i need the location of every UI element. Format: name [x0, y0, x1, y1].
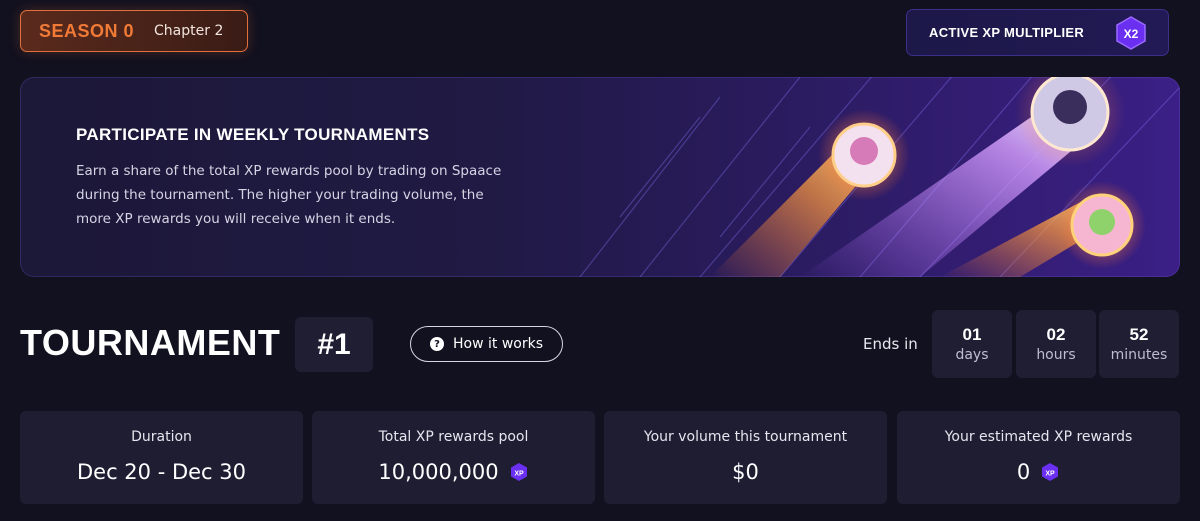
multiplier-hex-icon: X2	[1116, 16, 1146, 50]
stat-value: $0	[732, 460, 759, 484]
duration-value: Dec 20 - Dec 30	[77, 460, 246, 484]
tournament-number: #1	[295, 317, 373, 372]
estimated-rewards-value: 0	[1016, 460, 1031, 484]
ends-in-label: Ends in	[863, 335, 918, 353]
question-icon: ?	[430, 337, 444, 351]
countdown-value: 02	[1046, 325, 1066, 344]
countdown-value: 01	[962, 325, 982, 344]
multiplier-value: X2	[1124, 27, 1139, 41]
stat-card-rewards-pool: Total XP rewards pool 10,000,000 XP	[312, 411, 595, 504]
xp-badge-text: XP	[514, 471, 524, 478]
countdown-unit: hours	[1036, 347, 1076, 363]
season-chapter: Chapter 2	[154, 23, 224, 39]
how-it-works-label: How it works	[453, 336, 543, 352]
countdown-minutes: 52 minutes	[1099, 310, 1179, 378]
stat-value: Dec 20 - Dec 30	[77, 460, 246, 484]
stat-label: Your volume this tournament	[643, 429, 848, 445]
countdown-value: 52	[1129, 325, 1149, 344]
volume-value: $0	[732, 460, 759, 484]
stat-label: Duration	[131, 429, 192, 445]
rewards-pool-value: 10,000,000	[378, 460, 499, 484]
banner-description: Earn a share of the total XP rewards poo…	[76, 163, 502, 227]
tournament-title: TOURNAMENT	[20, 322, 281, 363]
stat-card-duration: Duration Dec 20 - Dec 30	[20, 411, 303, 504]
how-it-works-button[interactable]: ? How it works	[410, 326, 563, 362]
stat-label: Total XP rewards pool	[378, 429, 529, 445]
season-title: SEASON 0	[39, 20, 135, 41]
stat-value: 0 XP	[1017, 460, 1060, 484]
xp-hexagon-icon: XP	[510, 463, 527, 481]
xp-hexagon-icon: XP	[1042, 463, 1059, 481]
countdown-unit: days	[955, 347, 989, 363]
countdown-unit: minutes	[1110, 347, 1168, 363]
banner-title: PARTICIPATE IN WEEKLY TOURNAMENTS	[76, 125, 430, 144]
tournament-banner: PARTICIPATE IN WEEKLY TOURNAMENTS Earn a…	[20, 77, 1180, 277]
stat-card-estimated-rewards: Your estimated XP rewards 0 XP	[897, 411, 1180, 504]
season-badge[interactable]: SEASON 0 Chapter 2	[20, 10, 248, 52]
xp-multiplier-badge[interactable]: ACTIVE XP MULTIPLIER X2	[906, 9, 1169, 56]
xp-badge-text: XP	[1046, 471, 1056, 478]
stat-value: 10,000,000 XP	[378, 460, 528, 484]
countdown-days: 01 days	[932, 310, 1012, 378]
countdown-hours: 02 hours	[1016, 310, 1096, 378]
stat-label: Your estimated XP rewards	[944, 429, 1133, 445]
multiplier-label: ACTIVE XP MULTIPLIER	[929, 25, 1085, 40]
stat-card-your-volume: Your volume this tournament $0	[604, 411, 887, 504]
